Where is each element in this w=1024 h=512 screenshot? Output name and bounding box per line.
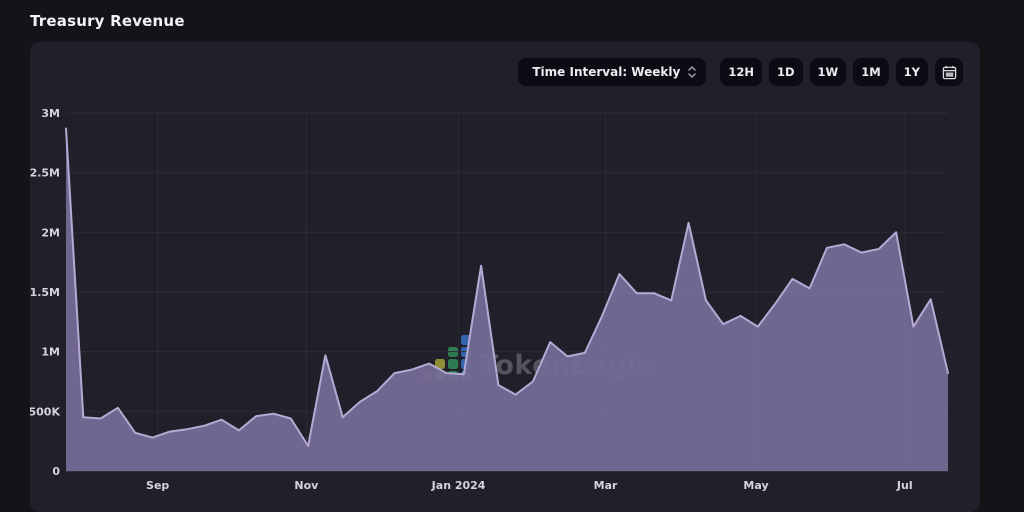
- svg-text:Mar: Mar: [594, 479, 618, 492]
- chart-area: TokenLogic 0500K1M1.5M2M2.5M3MSepNovJan …: [30, 105, 980, 497]
- calendar-button[interactable]: [935, 58, 963, 86]
- svg-text:0: 0: [52, 465, 60, 478]
- range-button-1d[interactable]: 1D: [769, 58, 803, 86]
- chevron-up-down-icon: [688, 66, 696, 78]
- svg-text:3M: 3M: [41, 107, 60, 120]
- svg-text:1.5M: 1.5M: [30, 286, 60, 299]
- treasury-revenue-area-chart[interactable]: 0 500K 1M 1.5M 2M 2.5M 3M Sep Nov Jan 2024 Mar May J…: [30, 105, 980, 497]
- range-button-1m[interactable]: 1M: [853, 58, 888, 86]
- time-interval-dropdown[interactable]: Time Interval: Weekly: [518, 58, 706, 86]
- range-button-12h[interactable]: 12H: [720, 58, 762, 86]
- svg-text:Sep: Sep: [146, 479, 169, 492]
- svg-text:1M: 1M: [41, 346, 60, 359]
- svg-text:Nov: Nov: [294, 479, 319, 492]
- time-interval-label: Time Interval: Weekly: [532, 65, 680, 79]
- svg-text:May: May: [743, 479, 768, 492]
- svg-text:Jan 2024: Jan 2024: [431, 479, 486, 492]
- svg-text:2M: 2M: [41, 226, 60, 239]
- page-title: Treasury Revenue: [30, 12, 185, 30]
- range-button-1y[interactable]: 1Y: [896, 58, 928, 86]
- chart-card: Time Interval: Weekly 12H 1D 1W 1M 1Y: [30, 42, 980, 512]
- calendar-icon: [942, 65, 957, 80]
- chart-toolbar: Time Interval: Weekly 12H 1D 1W 1M 1Y: [518, 58, 963, 86]
- svg-text:2.5M: 2.5M: [30, 167, 60, 180]
- svg-text:500K: 500K: [30, 405, 60, 418]
- range-button-1w[interactable]: 1W: [810, 58, 847, 86]
- svg-text:Jul: Jul: [896, 479, 913, 492]
